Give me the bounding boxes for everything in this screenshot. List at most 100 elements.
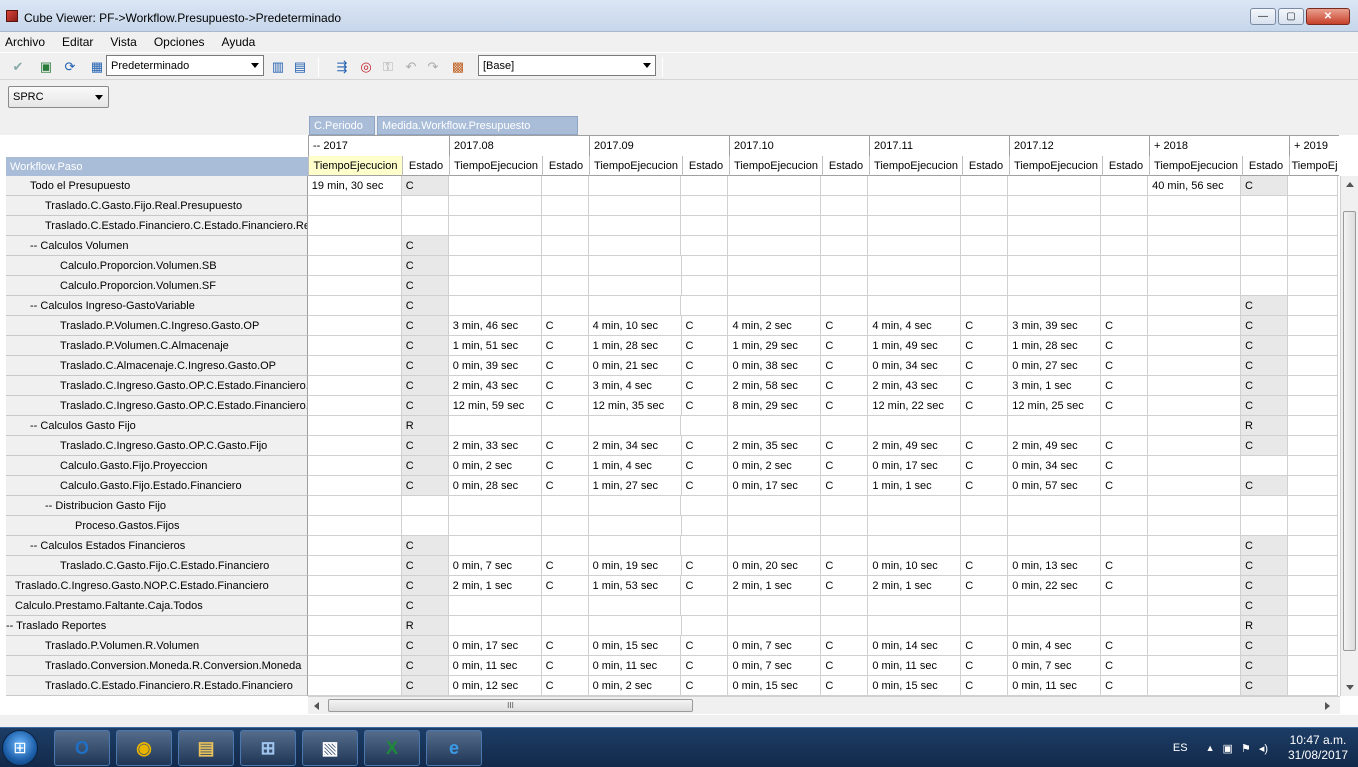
- table-cell[interactable]: 4 min, 10 sec: [588, 316, 682, 336]
- table-cell[interactable]: [681, 616, 729, 636]
- table-cell[interactable]: C: [401, 176, 449, 196]
- measure-header[interactable]: TiempoEjecucion: [308, 156, 402, 176]
- table-cell[interactable]: 2 min, 1 sec: [868, 576, 962, 596]
- table-cell[interactable]: [448, 176, 542, 196]
- table-cell[interactable]: [448, 596, 542, 616]
- row-header[interactable]: Traslado.C.Ingreso.Gasto.OP.C.Gasto.Fijo: [6, 436, 308, 456]
- table-cell[interactable]: C: [401, 456, 449, 476]
- table-cell[interactable]: 0 min, 7 sec: [1008, 656, 1102, 676]
- table-cell[interactable]: 0 min, 11 sec: [1008, 676, 1102, 696]
- table-cell[interactable]: [821, 196, 869, 216]
- table-cell[interactable]: [821, 276, 869, 296]
- table-cell[interactable]: [541, 616, 589, 636]
- table-cell[interactable]: [307, 256, 402, 276]
- table-cell[interactable]: [448, 276, 542, 296]
- horizontal-scrollbar[interactable]: III: [308, 696, 1340, 714]
- table-cell[interactable]: C: [401, 536, 449, 556]
- table-cell[interactable]: C: [821, 676, 869, 696]
- table-cell[interactable]: [868, 276, 962, 296]
- table-cell[interactable]: 2 min, 1 sec: [728, 576, 822, 596]
- table-cell[interactable]: [821, 216, 869, 236]
- table-cell[interactable]: [681, 216, 729, 236]
- table-cell[interactable]: C: [681, 316, 729, 336]
- table-cell[interactable]: 4 min, 2 sec: [728, 316, 822, 336]
- table-cell[interactable]: 0 min, 34 sec: [868, 356, 962, 376]
- table-cell[interactable]: [307, 196, 402, 216]
- table-cell[interactable]: [307, 276, 402, 296]
- period-header[interactable]: + 2019: [1289, 136, 1339, 157]
- table-cell[interactable]: C: [681, 556, 729, 576]
- table-cell[interactable]: C: [401, 316, 449, 336]
- table-cell[interactable]: [1148, 676, 1242, 696]
- table-cell[interactable]: [728, 196, 822, 216]
- table-cell[interactable]: [1008, 416, 1102, 436]
- clock[interactable]: 10:47 a.m. 31/08/2017: [1278, 733, 1358, 763]
- table-cell[interactable]: 1 min, 28 sec: [1008, 336, 1102, 356]
- table-cell[interactable]: C: [1241, 316, 1289, 336]
- table-cell[interactable]: C: [821, 316, 869, 336]
- table-cell[interactable]: C: [541, 456, 589, 476]
- table-cell[interactable]: [681, 516, 729, 536]
- table-cell[interactable]: 0 min, 2 sec: [588, 676, 682, 696]
- table-cell[interactable]: [1288, 236, 1338, 256]
- table-cell[interactable]: [1288, 176, 1338, 196]
- table-cell[interactable]: C: [681, 456, 729, 476]
- table-cell[interactable]: [588, 176, 682, 196]
- table-cell[interactable]: [307, 416, 402, 436]
- table-cell[interactable]: R: [1241, 616, 1289, 636]
- table-cell[interactable]: [821, 516, 869, 536]
- table-cell[interactable]: [1148, 596, 1242, 616]
- scenario-icon[interactable]: ▩: [450, 59, 466, 75]
- table-cell[interactable]: [307, 616, 402, 636]
- table-cell[interactable]: [1101, 236, 1149, 256]
- table-cell[interactable]: [681, 536, 729, 556]
- period-header[interactable]: -- 2017: [308, 136, 449, 157]
- table-cell[interactable]: [728, 236, 822, 256]
- table-cell[interactable]: C: [961, 476, 1009, 496]
- table-cell[interactable]: [1288, 576, 1338, 596]
- table-cell[interactable]: C: [1241, 296, 1289, 316]
- table-cell[interactable]: [448, 416, 542, 436]
- measure-header[interactable]: TiempoEjecucion: [449, 156, 542, 176]
- table-cell[interactable]: 0 min, 11 sec: [588, 656, 682, 676]
- table-cell[interactable]: [541, 596, 589, 616]
- table-cell[interactable]: [1288, 196, 1338, 216]
- period-header[interactable]: 2017.09: [589, 136, 729, 157]
- table-cell[interactable]: [307, 236, 402, 256]
- table-cell[interactable]: [588, 276, 682, 296]
- period-header[interactable]: 2017.08: [449, 136, 589, 157]
- table-cell[interactable]: C: [1101, 676, 1149, 696]
- table-cell[interactable]: [307, 596, 402, 616]
- table-cell[interactable]: C: [1101, 396, 1149, 416]
- table-cell[interactable]: [1101, 196, 1149, 216]
- table-cell[interactable]: [1008, 536, 1102, 556]
- table-cell[interactable]: 0 min, 2 sec: [728, 456, 822, 476]
- export-icon[interactable]: ⇶: [334, 59, 350, 75]
- table-cell[interactable]: C: [1241, 636, 1289, 656]
- table-cell[interactable]: [728, 536, 822, 556]
- table-cell[interactable]: [307, 436, 402, 456]
- row-dimension-header[interactable]: Workflow.Paso: [6, 157, 308, 176]
- table-cell[interactable]: [1148, 316, 1242, 336]
- table-cell[interactable]: C: [401, 556, 449, 576]
- table-cell[interactable]: [1241, 496, 1289, 516]
- table-cell[interactable]: C: [1241, 596, 1288, 616]
- table-cell[interactable]: [681, 416, 729, 436]
- table-cell[interactable]: [401, 216, 449, 236]
- table-cell[interactable]: 0 min, 57 sec: [1008, 476, 1102, 496]
- table-cell[interactable]: [1008, 516, 1102, 536]
- table-cell[interactable]: [1008, 596, 1102, 616]
- table-cell[interactable]: C: [961, 356, 1009, 376]
- table-cell[interactable]: 1 min, 28 sec: [588, 336, 682, 356]
- table-cell[interactable]: C: [1241, 176, 1289, 196]
- table-cell[interactable]: 19 min, 30 sec: [307, 176, 402, 196]
- table-cell[interactable]: C: [401, 656, 449, 676]
- table-cell[interactable]: [961, 416, 1009, 436]
- table-cell[interactable]: C: [681, 436, 729, 456]
- table-cell[interactable]: 1 min, 49 sec: [868, 336, 962, 356]
- row-header[interactable]: Proceso.Gastos.Fijos: [6, 516, 308, 536]
- dimension-chip-periodo[interactable]: C.Periodo: [309, 116, 375, 135]
- cube-app-icon[interactable]: ⊞: [240, 730, 296, 766]
- table-cell[interactable]: [1288, 536, 1338, 556]
- row-header[interactable]: Calculo.Prestamo.Faltante.Caja.Todos: [6, 596, 308, 616]
